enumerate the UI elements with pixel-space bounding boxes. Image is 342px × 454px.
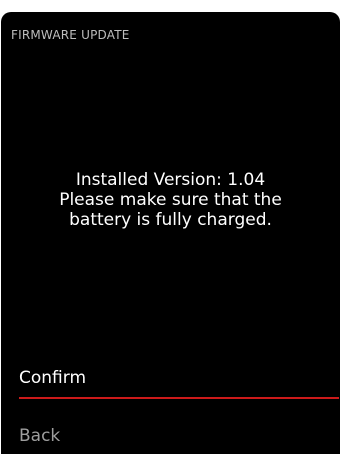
screen-title: FIRMWARE UPDATE (11, 28, 130, 42)
selection-underline (19, 397, 339, 399)
back-option[interactable]: Back (19, 424, 337, 448)
battery-warning-line-2: battery is fully charged. (69, 210, 272, 230)
update-message: Installed Version: 1.04 Please make sure… (1, 170, 340, 230)
battery-warning-line-1: Please make sure that the (59, 190, 282, 210)
device-screen: FIRMWARE UPDATE Installed Version: 1.04 … (0, 0, 342, 454)
confirm-option[interactable]: Confirm (19, 366, 337, 390)
installed-version-text: Installed Version: 1.04 (75, 170, 266, 190)
firmware-update-panel: FIRMWARE UPDATE Installed Version: 1.04 … (1, 12, 340, 454)
